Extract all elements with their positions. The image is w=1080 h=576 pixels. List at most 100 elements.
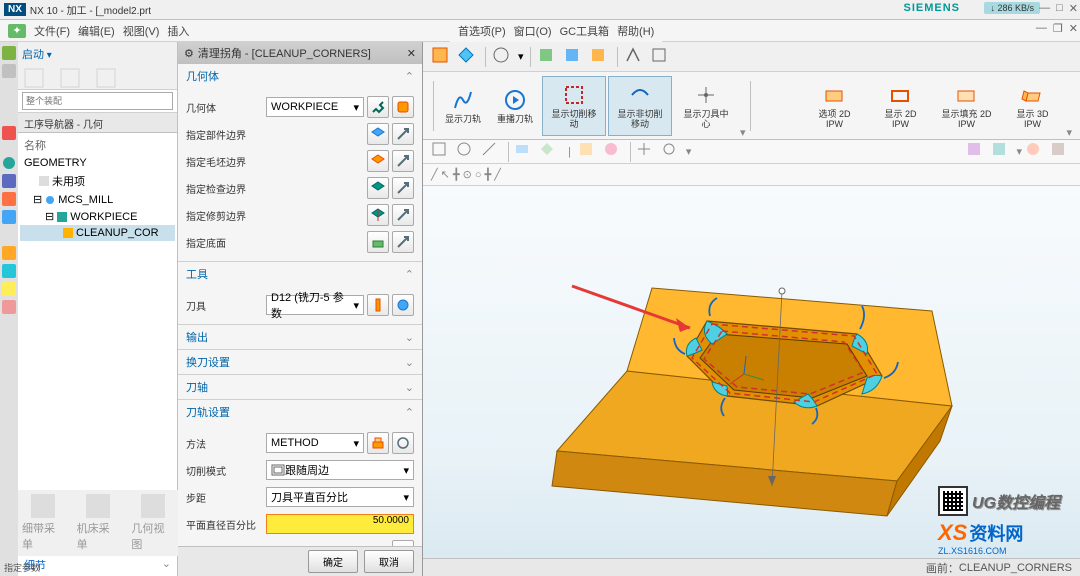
mini-tool-7[interactable] xyxy=(603,141,625,163)
vp-tool-4[interactable] xyxy=(537,46,559,68)
nav-bottom-1[interactable]: 细带采单 xyxy=(22,494,65,552)
method-edit-icon[interactable] xyxy=(367,432,389,454)
tree-item[interactable]: GEOMETRY xyxy=(20,155,175,171)
ribbon-show-3d-ipw[interactable]: 显示 3D IPW xyxy=(1000,76,1064,136)
section-axis[interactable]: 刀轴⌄ xyxy=(178,375,422,399)
mini-tool-right-4[interactable] xyxy=(1050,141,1072,163)
mini-tool-2[interactable] xyxy=(456,141,478,163)
trim-boundary-display-icon[interactable] xyxy=(392,204,414,226)
method-show-icon[interactable] xyxy=(392,432,414,454)
dialog-close-icon[interactable]: ✕ xyxy=(407,47,416,60)
section-tool[interactable]: 工具⌃ xyxy=(178,262,422,286)
minimize-icon[interactable]: — xyxy=(1039,2,1050,15)
chevron-down-icon[interactable]: ▾ xyxy=(686,145,692,158)
geometry-edit-icon[interactable] xyxy=(367,96,389,118)
section-geometry[interactable]: 几何体⌃ xyxy=(178,64,422,88)
ribbon-option-2d-ipw[interactable]: 选项 2D IPW xyxy=(802,76,866,136)
chevron-down-icon[interactable]: ▾ xyxy=(1016,145,1022,158)
ok-button[interactable]: 确定 xyxy=(308,550,358,573)
part-boundary-display-icon[interactable] xyxy=(392,123,414,145)
menu-help[interactable]: 帮助(H) xyxy=(617,23,654,39)
ribbon-show-noncutting[interactable]: 显示非切削移动 xyxy=(608,76,672,136)
tool-edit-icon[interactable] xyxy=(392,294,414,316)
inner-restore-icon[interactable]: ❐ xyxy=(1053,22,1063,35)
percent-input[interactable]: 50.0000 xyxy=(266,514,414,534)
mini-tool-9[interactable] xyxy=(661,141,683,163)
geometry-select[interactable]: WORKPIECE▾ xyxy=(266,97,364,117)
stepover-select[interactable]: 刀具平直百分比▾ xyxy=(266,487,414,507)
tree-item[interactable]: 未用项 xyxy=(20,171,175,191)
ribbon-show-cutting[interactable]: 显示切削移动 xyxy=(542,76,606,136)
nav-icon-6[interactable] xyxy=(2,192,16,206)
cancel-button[interactable]: 取消 xyxy=(364,550,414,573)
vp-tool-6[interactable] xyxy=(589,46,611,68)
menu-prefs[interactable]: 首选项(P) xyxy=(458,23,506,39)
tree-item[interactable]: ⊟ MCS_MILL xyxy=(20,191,175,208)
nav-icon-3[interactable] xyxy=(2,126,16,140)
nav-icon-10[interactable] xyxy=(2,282,16,296)
check-boundary-select-icon[interactable] xyxy=(367,177,389,199)
nav-icon-2[interactable] xyxy=(2,64,16,78)
method-select[interactable]: METHOD▾ xyxy=(266,433,364,453)
close-icon[interactable]: ✕ xyxy=(1069,2,1078,15)
nav-icon-4[interactable] xyxy=(2,156,16,170)
mini-tool-4[interactable] xyxy=(514,141,536,163)
inner-minimize-icon[interactable]: — xyxy=(1036,22,1047,35)
tree-item[interactable]: ⊟ WORKPIECE xyxy=(20,208,175,225)
ribbon-replay-toolpath[interactable]: 重播刀轨 xyxy=(490,76,540,136)
vp-tool-1[interactable] xyxy=(431,46,453,68)
viewport-canvas[interactable]: UG数控编程 XS资料网 ZL.XS1616.COM xyxy=(423,186,1080,576)
nav-section-detail[interactable]: 细节 ⌄ xyxy=(18,553,177,576)
blank-boundary-display-icon[interactable] xyxy=(392,150,414,172)
mini-tool-5[interactable] xyxy=(539,141,561,163)
blank-boundary-select-icon[interactable] xyxy=(367,150,389,172)
tool-new-icon[interactable] xyxy=(367,294,389,316)
chevron-down-icon[interactable]: ▾ xyxy=(740,126,746,139)
nav-bottom-3[interactable]: 几何视图 xyxy=(131,494,174,552)
mini-tool-right-3[interactable] xyxy=(1025,141,1047,163)
mini-tool-1[interactable] xyxy=(431,141,453,163)
mini-tool-3[interactable] xyxy=(481,141,503,163)
ribbon-show-2d-ipw[interactable]: 显示 2D IPW xyxy=(868,76,932,136)
nav-icon-9[interactable] xyxy=(2,264,16,278)
cut-pattern-select[interactable]: 跟随周边▾ xyxy=(266,460,414,480)
nav-icon-5[interactable] xyxy=(2,174,16,188)
vp-tool-2[interactable] xyxy=(457,46,479,68)
ribbon-show-fill-2d-ipw[interactable]: 显示填充 2D IPW xyxy=(934,76,998,136)
geometry-new-icon[interactable] xyxy=(392,96,414,118)
maximize-icon[interactable]: □ xyxy=(1056,2,1063,15)
mini-tool-right-1[interactable] xyxy=(966,141,988,163)
section-output[interactable]: 输出⌄ xyxy=(178,325,422,349)
section-tool-change[interactable]: 换刀设置⌄ xyxy=(178,350,422,374)
menu-gc-toolbox[interactable]: GC工具箱 xyxy=(560,23,610,39)
chevron-down-icon[interactable]: ▾ xyxy=(518,50,524,63)
nx-pill-icon[interactable]: ✦ xyxy=(8,24,26,38)
ribbon-show-tool-center[interactable]: 显示刀具中心 xyxy=(674,76,738,136)
menu-insert[interactable]: 插入 xyxy=(167,23,189,39)
nav-icon-1[interactable] xyxy=(2,46,16,60)
gear-icon[interactable]: ⚙ xyxy=(184,47,194,60)
tree-item-selected[interactable]: CLEANUP_COR xyxy=(20,225,175,241)
nav-bottom-2[interactable]: 机床采单 xyxy=(77,494,120,552)
nav-icon-8[interactable] xyxy=(2,246,16,260)
floor-display-icon[interactable] xyxy=(392,231,414,253)
ribbon-show-toolpath[interactable]: 显示刀轨 xyxy=(438,76,488,136)
mini-tool-right-2[interactable] xyxy=(991,141,1013,163)
trim-boundary-select-icon[interactable] xyxy=(367,204,389,226)
assembly-search[interactable] xyxy=(22,92,173,110)
mini-tool-6[interactable] xyxy=(578,141,600,163)
menu-window[interactable]: 窗口(O) xyxy=(514,23,552,39)
inner-close-icon[interactable]: ✕ xyxy=(1069,22,1078,35)
nav-icon-7[interactable] xyxy=(2,210,16,224)
nav-icon-11[interactable] xyxy=(2,300,16,314)
vp-tool-3[interactable] xyxy=(492,46,514,68)
vp-tool-8[interactable] xyxy=(650,46,672,68)
mini-tool-8[interactable] xyxy=(636,141,658,163)
menu-view[interactable]: 视图(V) xyxy=(123,23,160,39)
tool-select[interactable]: D12 (铣刀-5 参数▾ xyxy=(266,295,364,315)
section-path-settings[interactable]: 刀轨设置⌃ xyxy=(178,400,422,424)
menu-edit[interactable]: 编辑(E) xyxy=(78,23,115,39)
chevron-down-icon[interactable]: ▾ xyxy=(1066,126,1072,139)
part-boundary-select-icon[interactable] xyxy=(367,123,389,145)
check-boundary-display-icon[interactable] xyxy=(392,177,414,199)
